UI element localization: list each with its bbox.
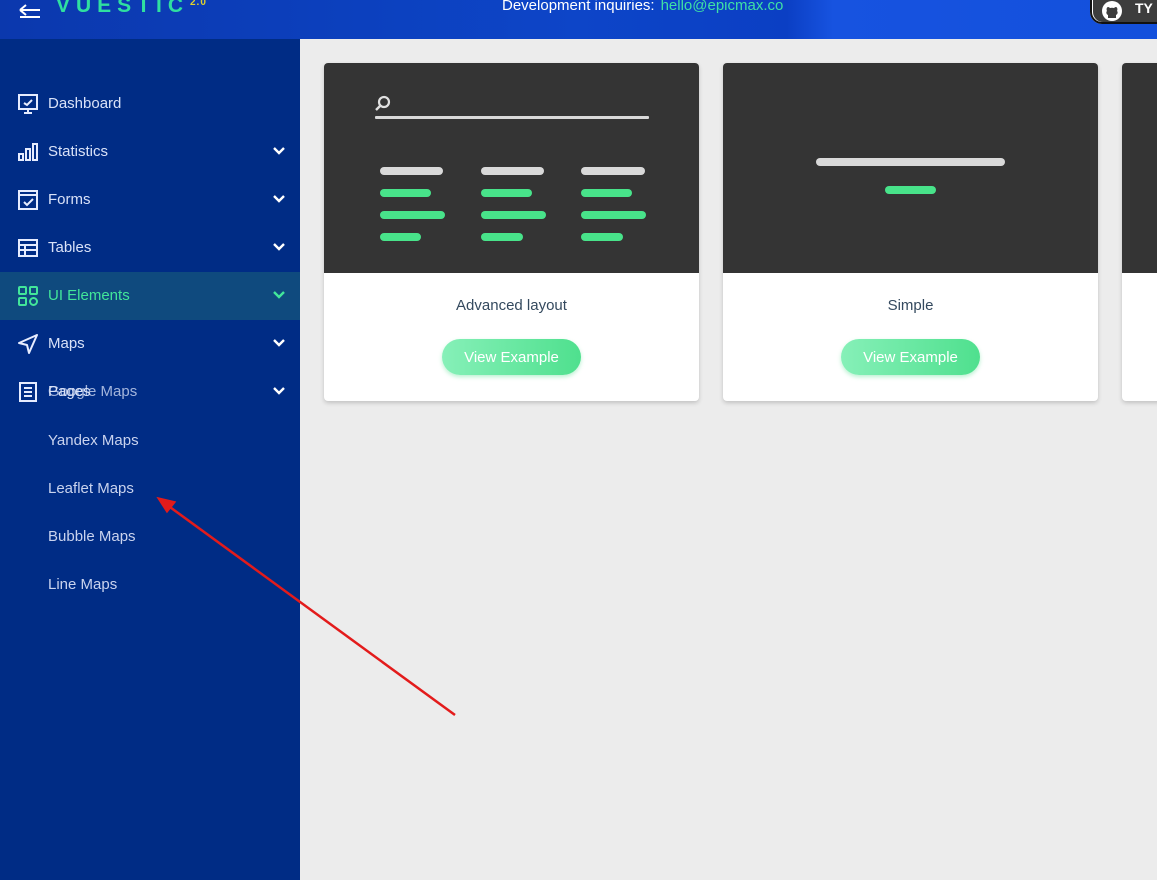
preview-bar: [481, 233, 523, 241]
collapse-sidebar-icon[interactable]: [18, 0, 42, 20]
preview-bar: [581, 189, 632, 197]
sidebar-item-label: Statistics: [48, 143, 109, 160]
sidebar-item-maps[interactable]: Maps: [0, 320, 300, 368]
maps-icon: [18, 334, 38, 354]
sidebar-item-label: Tables: [48, 239, 92, 256]
sidebar-item-label: Maps: [48, 335, 85, 352]
chevron-down-icon: [273, 291, 285, 299]
logo-version: 2.0: [190, 0, 207, 8]
chevron-down-icon: [273, 387, 285, 395]
card-preview-image: [723, 63, 1098, 273]
layout-card-simple: Simple View Example: [723, 63, 1098, 401]
preview-bar: [581, 233, 623, 241]
sidebar-item-pages[interactable]: Pages Google Maps: [0, 368, 300, 416]
dashboard-icon: [18, 94, 38, 114]
tables-icon: [18, 239, 38, 257]
preview-bar: [581, 167, 645, 175]
sidebar-item-label: Dashboard: [48, 95, 122, 112]
card-preview-image: [1122, 63, 1157, 273]
sidebar-item-ui-elements[interactable]: UI Elements: [0, 272, 300, 320]
preview-search-line: [375, 116, 649, 119]
preview-bar: [481, 189, 532, 197]
ui-elements-icon: [18, 286, 38, 306]
preview-bar: [380, 189, 431, 197]
chevron-down-icon: [273, 243, 285, 251]
sidebar-item-dashboard[interactable]: Dashboard: [0, 80, 300, 128]
github-button[interactable]: TY: [1090, 0, 1157, 24]
preview-bar: [885, 186, 936, 194]
chevron-down-icon: [273, 195, 285, 203]
sidebar-subitem-line-maps[interactable]: Line Maps: [48, 576, 117, 593]
sidebar-subitem-leaflet-maps[interactable]: Leaflet Maps: [48, 480, 134, 497]
preview-bar: [380, 211, 445, 219]
inquiry-label: Development inquiries:: [502, 0, 655, 14]
pages-icon: [19, 382, 37, 402]
sidebar-subitem-google-maps[interactable]: Google Maps: [48, 383, 137, 400]
github-label: TY: [1135, 0, 1153, 16]
statistics-icon: [18, 143, 38, 161]
card-title: Advanced layout: [456, 297, 567, 314]
sidebar-item-statistics[interactable]: Statistics: [0, 128, 300, 176]
sidebar-item-label: UI Elements: [48, 287, 130, 304]
sidebar-item-label: Forms: [48, 191, 91, 208]
inquiry-email-link[interactable]: hello@epicmax.co: [661, 0, 784, 14]
preview-bar: [481, 211, 546, 219]
preview-bar: [380, 167, 443, 175]
preview-bar: [481, 167, 544, 175]
search-icon: [375, 95, 391, 111]
sidebar: Dashboard Statistics Forms Tables UI Ele…: [0, 39, 300, 880]
preview-bar: [816, 158, 1005, 166]
github-button-inner: TY: [1093, 0, 1157, 22]
layout-card-partial: [1122, 63, 1157, 401]
sidebar-subitem-bubble-maps[interactable]: Bubble Maps: [48, 528, 136, 545]
preview-bar: [380, 233, 421, 241]
layout-card-advanced: Advanced layout View Example: [324, 63, 699, 401]
view-example-button[interactable]: View Example: [841, 339, 980, 375]
sidebar-item-forms[interactable]: Forms: [0, 176, 300, 224]
sidebar-item-tables[interactable]: Tables: [0, 224, 300, 272]
inquiry-text: Development inquiries: hello@epicmax.co: [502, 0, 783, 14]
card-preview-image: [324, 63, 699, 273]
view-example-button[interactable]: View Example: [442, 339, 581, 375]
sidebar-subitem-yandex-maps[interactable]: Yandex Maps: [48, 432, 139, 449]
top-navbar: VUESTIC 2.0 Development inquiries: hello@…: [0, 0, 1157, 39]
forms-icon: [18, 190, 38, 210]
card-title: Simple: [887, 297, 934, 314]
preview-bar: [581, 211, 646, 219]
chevron-down-icon: [273, 147, 285, 155]
app-logo[interactable]: VUESTIC: [56, 0, 189, 18]
chevron-down-icon: [273, 339, 285, 347]
github-icon: [1102, 1, 1122, 21]
